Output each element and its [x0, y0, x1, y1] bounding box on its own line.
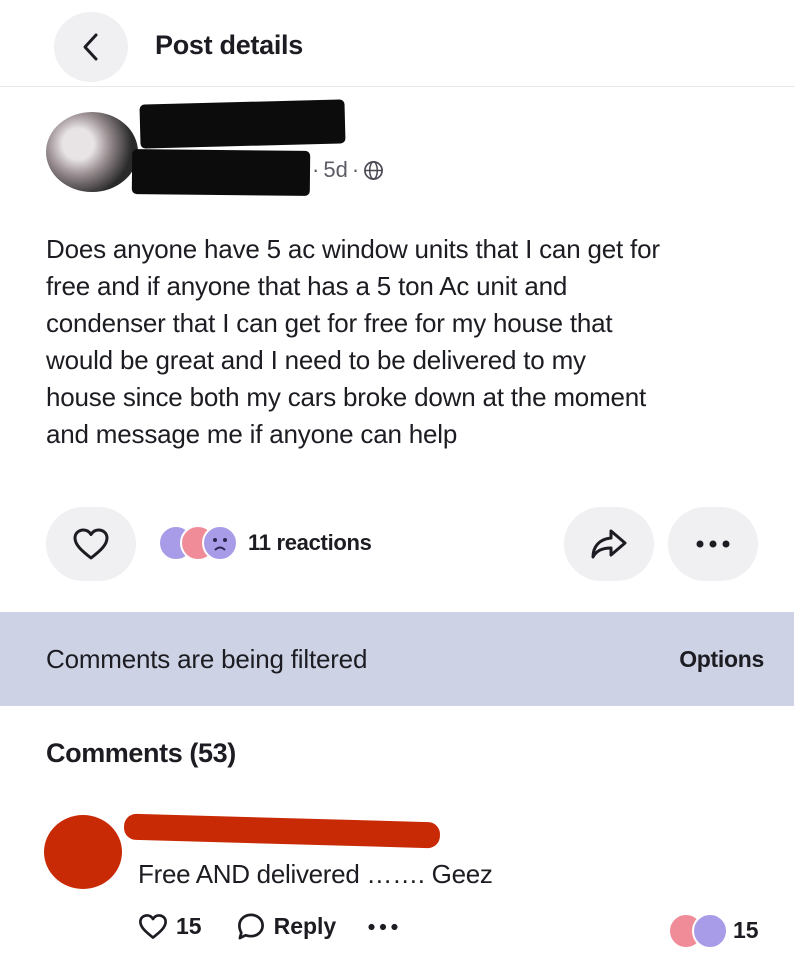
reply-label: Reply — [273, 913, 337, 939]
like-button[interactable] — [46, 507, 136, 581]
author-group-redaction — [131, 149, 311, 196]
share-arrow-icon — [591, 529, 627, 559]
commenter-name-redaction — [123, 813, 441, 849]
speech-bubble-icon — [237, 913, 264, 940]
meta-separator: · — [351, 157, 360, 182]
reaction-laugh-icon — [692, 913, 728, 949]
comment-reaction-icons[interactable] — [668, 913, 728, 949]
comment-text: Free AND delivered ……. Geez — [138, 859, 493, 889]
post-body: Does anyone have 5 ac window units that … — [46, 234, 660, 449]
more-dots-icon — [368, 923, 398, 930]
heart-outline-icon — [139, 914, 167, 939]
reaction-icons[interactable] — [158, 525, 242, 561]
page-title: Post details — [155, 30, 303, 60]
comment-like-button[interactable]: 15 — [138, 913, 236, 940]
author-avatar[interactable] — [46, 112, 138, 192]
globe-icon — [364, 160, 384, 180]
reactions-count[interactable]: 11 reactions — [248, 530, 372, 556]
share-button[interactable] — [564, 507, 654, 581]
more-options-button[interactable] — [668, 507, 758, 581]
post-meta: · 5d · — [312, 157, 384, 183]
filter-options-button[interactable]: Options — [679, 646, 764, 673]
heart-outline-icon — [73, 528, 109, 560]
comment-like-count: 15 — [176, 913, 202, 939]
commenter-avatar-redaction[interactable] — [44, 815, 122, 889]
reaction-sad-icon — [202, 525, 238, 561]
comments-heading: Comments (53) — [46, 738, 236, 768]
comment-reaction-count: 15 — [733, 917, 759, 943]
back-button[interactable] — [54, 12, 128, 82]
comments-filter-banner: Comments are being filtered Options — [0, 612, 794, 706]
comment-reply-button[interactable]: Reply — [236, 912, 369, 941]
header-divider — [0, 86, 794, 87]
filter-banner-text: Comments are being filtered — [46, 643, 368, 674]
comment-actions: 15 Reply — [138, 912, 398, 941]
post-time: 5d — [323, 157, 348, 182]
meta-separator: · — [312, 157, 320, 182]
more-dots-icon — [696, 540, 730, 548]
comment-more-button[interactable] — [368, 923, 398, 931]
chevron-left-icon — [83, 33, 98, 61]
author-name-redaction — [139, 99, 346, 149]
